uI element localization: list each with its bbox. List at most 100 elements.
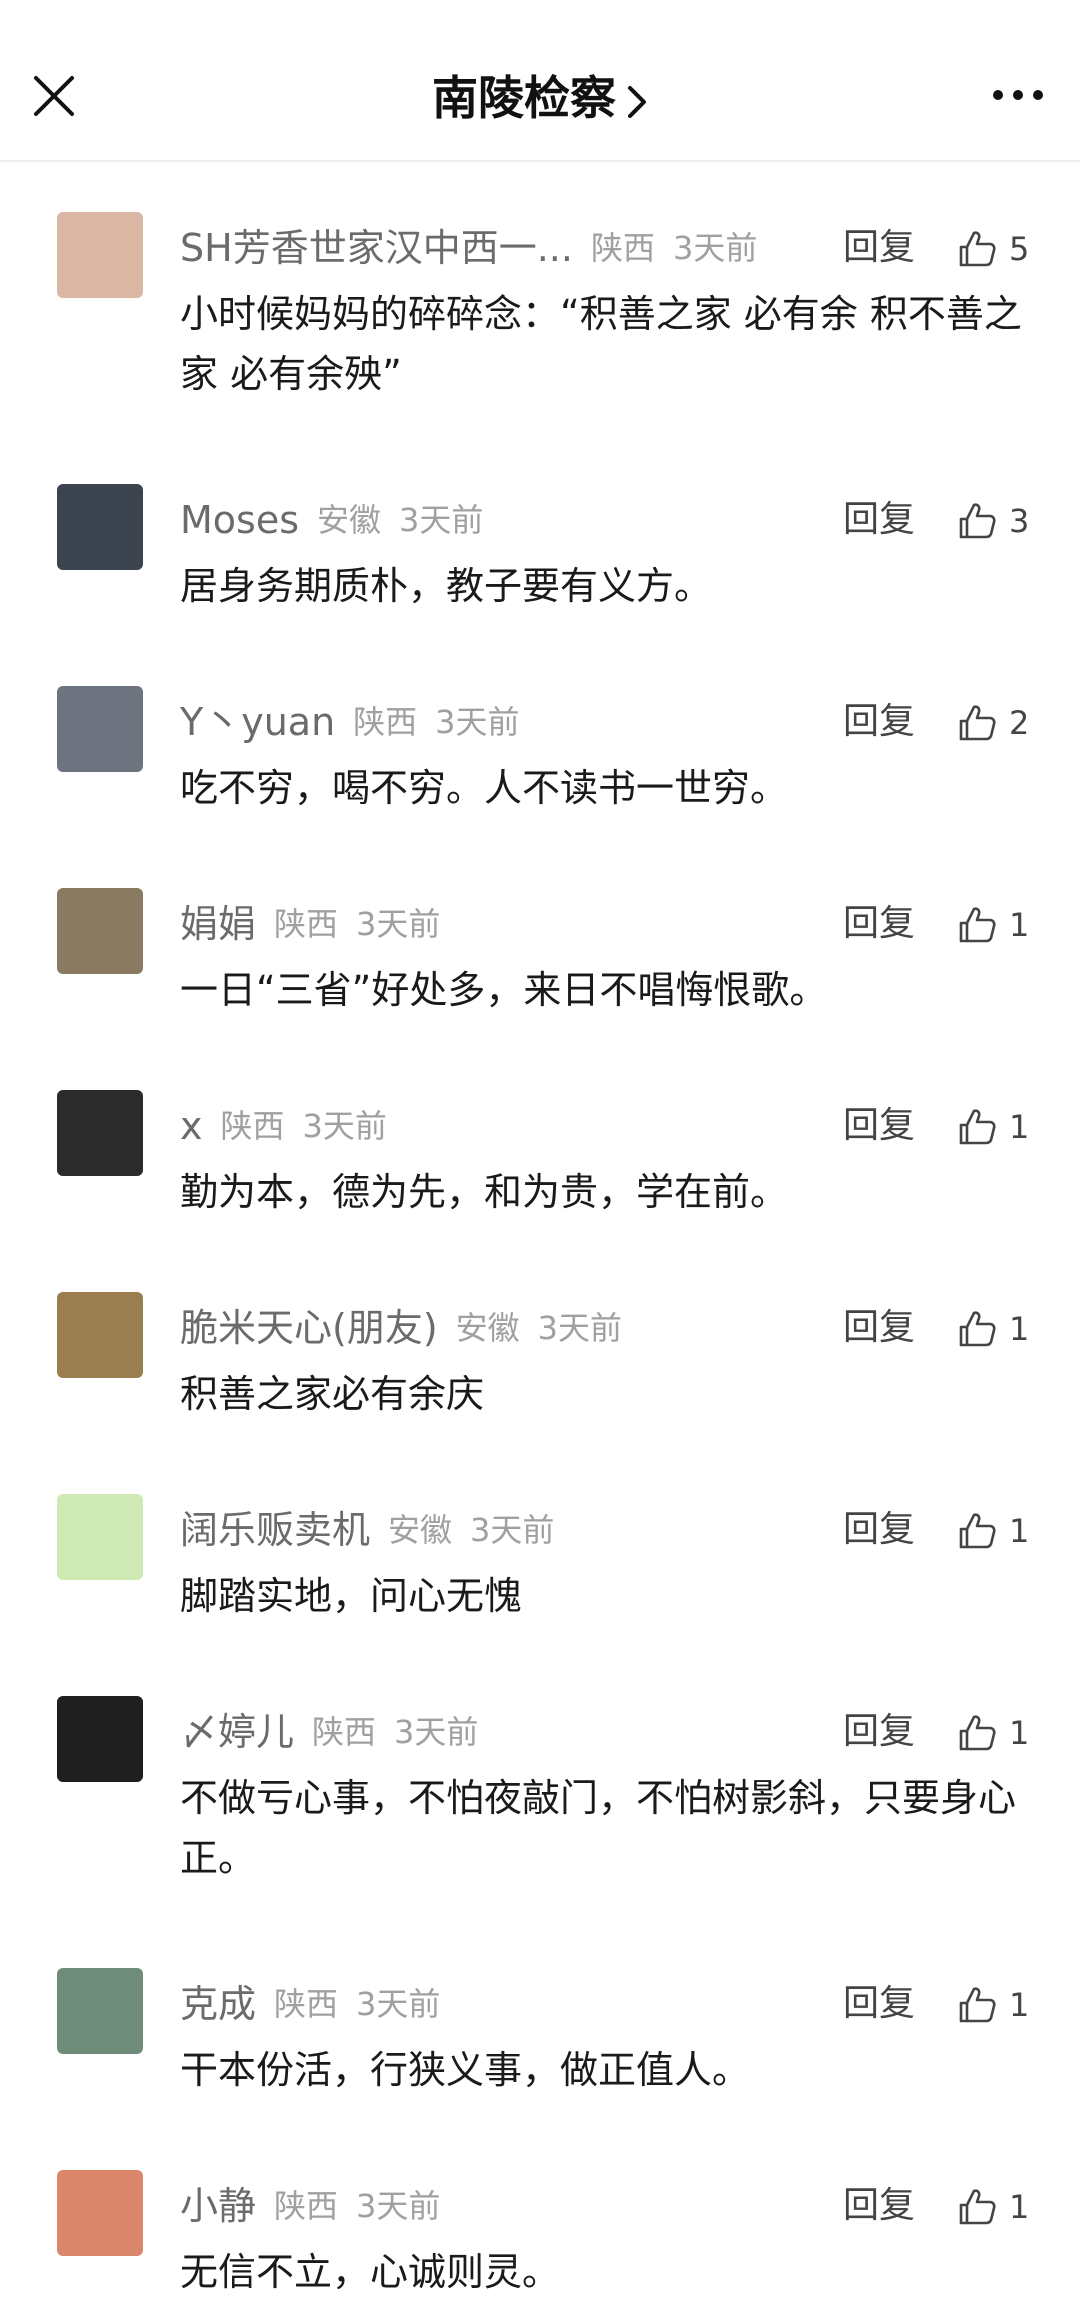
comment-meta: 脆米天心(朋友) 安徽 3天前 bbox=[180, 1298, 1080, 1358]
comment-meta: 克成 陕西 3天前 bbox=[180, 1974, 1080, 2034]
like-button[interactable]: 2 bbox=[955, 698, 1029, 748]
like-count: 1 bbox=[1009, 1310, 1030, 1348]
avatar[interactable] bbox=[57, 484, 143, 570]
commenter-name[interactable]: 阔乐贩卖机 bbox=[180, 1508, 370, 1552]
like-button[interactable]: 1 bbox=[955, 2182, 1029, 2232]
comment-meta: 娟娟 陕西 3天前 bbox=[180, 894, 1080, 954]
top-bar: 南陵检察 bbox=[0, 0, 1080, 162]
commenter-location: 陕西 bbox=[220, 1107, 285, 1145]
avatar[interactable] bbox=[57, 1090, 143, 1176]
comment-meta: x 陕西 3天前 bbox=[180, 1096, 1080, 1156]
reply-button[interactable]: 回复 bbox=[843, 692, 915, 752]
like-button[interactable]: 1 bbox=[955, 1980, 1029, 2030]
thumbs-up-icon bbox=[959, 1109, 996, 1145]
like-count: 1 bbox=[1009, 1512, 1030, 1550]
comment-item: 脆米天心(朋友) 安徽 3天前 回复 1 积善之家必有余庆 bbox=[0, 1242, 1080, 1444]
commenter-name[interactable]: SH芳香世家汉中西一... bbox=[180, 226, 573, 270]
like-button[interactable]: 1 bbox=[955, 1102, 1029, 1152]
comment-item: Y丶yuan 陕西 3天前 回复 2 吃不穷，喝不穷。人不读书一世穷。 bbox=[0, 636, 1080, 838]
commenter-location: 陕西 bbox=[312, 1713, 377, 1751]
avatar[interactable] bbox=[57, 888, 143, 974]
thumbs-up-icon bbox=[959, 1715, 996, 1751]
commenter-name[interactable]: x bbox=[180, 1104, 203, 1148]
commenter-name[interactable]: 脆米天心(朋友) bbox=[180, 1306, 438, 1350]
avatar[interactable] bbox=[57, 2170, 143, 2256]
like-count: 5 bbox=[1009, 230, 1030, 268]
like-button[interactable]: 1 bbox=[955, 900, 1029, 950]
commenter-location: 安徽 bbox=[388, 1511, 453, 1549]
comment-time: 3天前 bbox=[356, 905, 441, 943]
comment-time: 3天前 bbox=[470, 1511, 555, 1549]
comment-text: 脚踏实地，问心无愧 bbox=[180, 1574, 523, 1618]
reply-button[interactable]: 回复 bbox=[843, 894, 915, 954]
reply-button[interactable]: 回复 bbox=[843, 1974, 915, 2034]
thumbs-up-icon bbox=[959, 1311, 996, 1347]
commenter-name[interactable]: Moses bbox=[180, 498, 299, 542]
comment-time: 3天前 bbox=[302, 1107, 387, 1145]
comment-time: 3天前 bbox=[399, 501, 484, 539]
thumbs-up-icon bbox=[959, 2189, 996, 2225]
avatar[interactable] bbox=[57, 1494, 143, 1580]
commenter-location: 安徽 bbox=[317, 501, 382, 539]
comment-meta: 小静 陕西 3天前 bbox=[180, 2176, 1080, 2236]
commenter-name[interactable]: 〆婷儿 bbox=[180, 1710, 294, 1754]
reply-button[interactable]: 回复 bbox=[843, 490, 915, 550]
thumbs-up-icon bbox=[959, 231, 996, 267]
like-button[interactable]: 1 bbox=[955, 1708, 1029, 1758]
comment-meta: SH芳香世家汉中西一... 陕西 3天前 bbox=[180, 218, 1080, 278]
comment-meta: 〆婷儿 陕西 3天前 bbox=[180, 1702, 1080, 1762]
thumbs-up-icon bbox=[959, 503, 996, 539]
comment-item: 阔乐贩卖机 安徽 3天前 回复 1 脚踏实地，问心无愧 bbox=[0, 1444, 1080, 1646]
commenter-location: 陕西 bbox=[274, 1985, 339, 2023]
comment-text: 吃不穷，喝不穷。人不读书一世穷。 bbox=[180, 766, 789, 810]
comment-time: 3天前 bbox=[537, 1309, 623, 1347]
comment-time: 3天前 bbox=[435, 703, 520, 741]
commenter-name[interactable]: 娟娟 bbox=[180, 902, 256, 946]
comment-item: Moses 安徽 3天前 回复 3 居身务期质朴，教子要有义方。 bbox=[0, 434, 1080, 636]
like-button[interactable]: 1 bbox=[955, 1304, 1029, 1354]
comment-item: 〆婷儿 陕西 3天前 回复 1 不做亏心事，不怕夜敲门，不怕树影斜，只要身心正。 bbox=[0, 1646, 1080, 1918]
reply-button[interactable]: 回复 bbox=[843, 1500, 915, 1560]
comment-text: 积善之家必有余庆 bbox=[180, 1372, 485, 1416]
reply-button[interactable]: 回复 bbox=[843, 2176, 915, 2236]
like-count: 1 bbox=[1009, 2188, 1030, 2226]
comment-text: 不做亏心事，不怕夜敲门，不怕树影斜，只要身心正。 bbox=[180, 1776, 1017, 1880]
comment-text: 小时候妈妈的碎碎念：“积善之家 必有余 积不善之家 必有余殃” bbox=[180, 292, 1022, 396]
commenter-location: 陕西 bbox=[274, 905, 339, 943]
avatar[interactable] bbox=[57, 1292, 143, 1378]
comment-time: 3天前 bbox=[356, 1985, 441, 2023]
comment-meta: Moses 安徽 3天前 bbox=[180, 490, 1080, 550]
like-button[interactable]: 5 bbox=[955, 224, 1029, 274]
comment-item: 克成 陕西 3天前 回复 1 干本份活，行狭义事，做正值人。 bbox=[0, 1918, 1080, 2120]
reply-button[interactable]: 回复 bbox=[843, 218, 915, 278]
avatar[interactable] bbox=[57, 686, 143, 772]
comment-text: 干本份活，行狭义事，做正值人。 bbox=[180, 2048, 751, 2092]
reply-button[interactable]: 回复 bbox=[843, 1702, 915, 1762]
thumbs-up-icon bbox=[959, 705, 996, 741]
comment-list: SH芳香世家汉中西一... 陕西 3天前 回复 5 小时候妈妈的碎碎念：“积善之家 必有余… bbox=[0, 162, 1080, 2322]
avatar[interactable] bbox=[57, 212, 143, 298]
avatar[interactable] bbox=[57, 1968, 143, 2054]
avatar[interactable] bbox=[57, 1696, 143, 1782]
chevron-right-icon bbox=[628, 85, 646, 118]
comment-text: 居身务期质朴，教子要有义方。 bbox=[180, 564, 713, 608]
like-count: 1 bbox=[1009, 906, 1030, 944]
comment-item: x 陕西 3天前 回复 1 勤为本，德为先，和为贵，学在前。 bbox=[0, 1040, 1080, 1242]
page-title-button[interactable]: 南陵检察 bbox=[0, 70, 1080, 126]
like-count: 3 bbox=[1009, 502, 1030, 540]
comment-text: 一日“三省”好处多，来日不唱悔恨歌。 bbox=[180, 968, 828, 1012]
commenter-name[interactable]: Y丶yuan bbox=[180, 700, 335, 744]
like-button[interactable]: 3 bbox=[955, 496, 1029, 546]
like-button[interactable]: 1 bbox=[955, 1506, 1029, 1556]
reply-button[interactable]: 回复 bbox=[843, 1298, 915, 1358]
comment-text: 勤为本，德为先，和为贵，学在前。 bbox=[180, 1170, 789, 1214]
commenter-location: 陕西 bbox=[274, 2187, 339, 2225]
comment-item: SH芳香世家汉中西一... 陕西 3天前 回复 5 小时候妈妈的碎碎念：“积善之家 必有余… bbox=[0, 162, 1080, 434]
thumbs-up-icon bbox=[959, 1987, 996, 2023]
comment-meta: Y丶yuan 陕西 3天前 bbox=[180, 692, 1080, 752]
reply-button[interactable]: 回复 bbox=[843, 1096, 915, 1156]
commenter-name[interactable]: 小静 bbox=[180, 2184, 256, 2228]
more-dots-icon[interactable] bbox=[990, 80, 1046, 110]
commenter-location: 陕西 bbox=[353, 703, 418, 741]
commenter-name[interactable]: 克成 bbox=[180, 1982, 256, 2026]
